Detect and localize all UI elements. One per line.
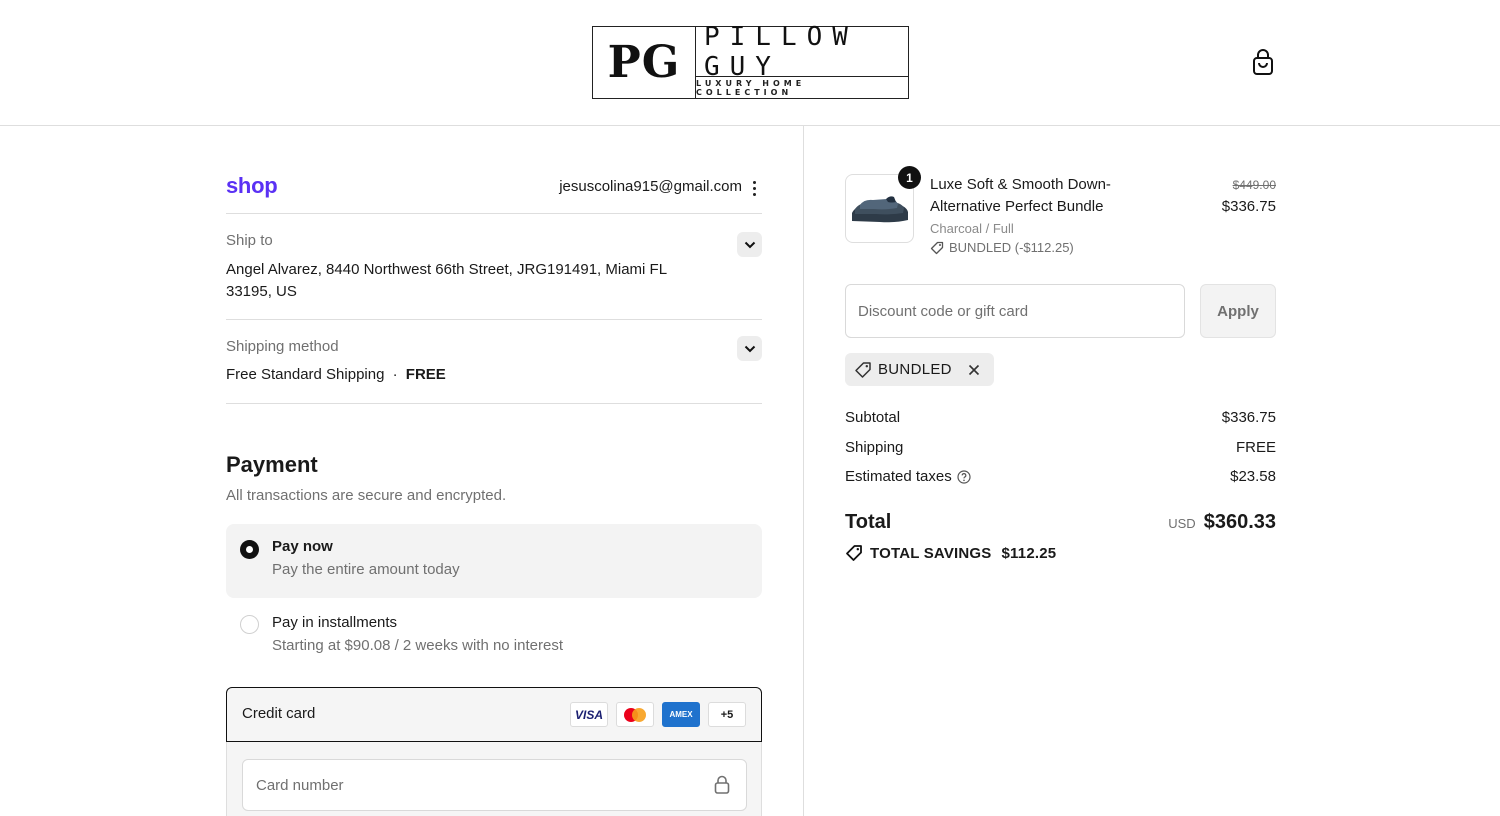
product-variant: Charcoal / Full [930, 221, 1014, 236]
pay-installments-desc: Starting at $90.08 / 2 weeks with no int… [272, 637, 563, 654]
shipping-method-value: Free Standard Shipping · FREE [226, 364, 446, 386]
mastercard-icon [616, 702, 654, 727]
card-number-input[interactable] [243, 760, 703, 810]
taxes-label-group: Estimated taxes [845, 468, 971, 485]
discount-code-field[interactable] [845, 284, 1185, 338]
pay-now-radio[interactable] [240, 540, 259, 559]
shopping-bag-icon[interactable] [1250, 49, 1276, 77]
payment-subtitle: All transactions are secure and encrypte… [226, 487, 507, 504]
ship-to-section[interactable]: Ship to Angel Alvarez, 8440 Northwest 66… [226, 214, 762, 320]
more-cards-badge: +5 [708, 702, 746, 727]
shop-pay-logo: shop [226, 173, 278, 198]
pay-now-title: Pay now [272, 538, 333, 555]
shipping-method-name: Free Standard Shipping [226, 366, 385, 383]
total-currency: USD [1168, 516, 1196, 531]
total-value: USD $360.33 [1168, 511, 1276, 534]
pay-installments-option[interactable]: Pay in installments Starting at $90.08 /… [226, 602, 762, 676]
shipping-label: Shipping [845, 439, 904, 456]
total-savings: TOTAL SAVINGS $112.25 [845, 544, 1056, 562]
ship-to-label: Ship to [226, 232, 273, 249]
credit-card-label: Credit card [242, 705, 316, 722]
card-number-field[interactable] [242, 759, 747, 811]
subtotal-label: Subtotal [845, 409, 901, 426]
remove-discount-icon[interactable] [966, 362, 982, 378]
product-price: $336.75 [1221, 198, 1276, 215]
ship-to-address-line1: Angel Alvarez, 8440 Northwest 66th Stree… [226, 261, 668, 278]
product-thumbnail: 1 [845, 166, 921, 243]
subtotal-value: $336.75 [1221, 409, 1276, 426]
more-options-icon[interactable] [748, 178, 760, 198]
quantity-badge: 1 [898, 166, 921, 189]
product-discount: BUNDLED (-$112.25) [930, 240, 1074, 255]
payment-title: Payment [226, 452, 318, 477]
logo-tagline: LUXURY HOME COLLECTION [696, 78, 806, 97]
total-amount: $360.33 [1203, 511, 1276, 533]
savings-amount: $112.25 [1001, 544, 1057, 562]
shipping-method-price: FREE [405, 366, 446, 383]
logo-monogram: PG [593, 27, 696, 98]
applied-discount-code: BUNDLED [878, 361, 952, 378]
lock-icon [714, 775, 730, 794]
account-email: jesuscolina915@gmail.com [559, 178, 742, 195]
shipping-method-label: Shipping method [226, 338, 339, 355]
store-logo[interactable]: PG PILLOW GUY LUXURY HOME COLLECTION [592, 22, 909, 99]
total-label: Total [845, 511, 892, 533]
visa-icon: VISA [570, 702, 608, 727]
product-name: Luxe Soft & Smooth Down-Alternative Perf… [930, 176, 1111, 215]
amex-icon: AMEX [662, 702, 700, 727]
column-divider [803, 126, 804, 816]
savings-label: TOTAL SAVINGS [870, 544, 992, 562]
taxes-value: $23.58 [1230, 468, 1276, 485]
header: PG PILLOW GUY LUXURY HOME COLLECTION [0, 0, 1500, 126]
logo-text: PILLOW GUY LUXURY HOME COLLECTION [696, 22, 908, 98]
apply-discount-button[interactable]: Apply [1200, 284, 1276, 338]
shop-account-row: shop jesuscolina915@gmail.com [226, 170, 762, 214]
product-original-price: $449.00 [1232, 178, 1276, 192]
discount-code-input[interactable] [846, 285, 1184, 337]
card-brands: VISA AMEX +5 [570, 702, 746, 727]
tag-icon [930, 241, 944, 254]
tag-icon [846, 545, 862, 561]
credit-card-form [226, 742, 762, 816]
pay-installments-radio[interactable] [240, 615, 259, 634]
pay-installments-title: Pay in installments [272, 614, 398, 631]
chevron-down-icon[interactable] [737, 336, 762, 361]
pay-now-option[interactable]: Pay now Pay the entire amount today [226, 524, 762, 598]
shipping-method-section[interactable]: Shipping method Free Standard Shipping ·… [226, 320, 762, 404]
shipping-value: FREE [1235, 439, 1276, 456]
logo-name: PILLOW GUY [696, 22, 908, 82]
applied-discount-chip: BUNDLED [845, 353, 994, 386]
help-icon[interactable] [957, 469, 971, 484]
tag-icon [855, 361, 871, 378]
ship-to-address-line2: 33195, US [226, 283, 297, 300]
pay-now-desc: Pay the entire amount today [272, 561, 460, 578]
credit-card-option[interactable]: Credit card VISA AMEX +5 [226, 687, 762, 742]
chevron-down-icon[interactable] [737, 232, 762, 257]
product-discount-text: BUNDLED (-$112.25) [949, 240, 1074, 255]
shipping-method-separator: · [392, 366, 398, 383]
taxes-label: Estimated taxes [845, 468, 952, 485]
